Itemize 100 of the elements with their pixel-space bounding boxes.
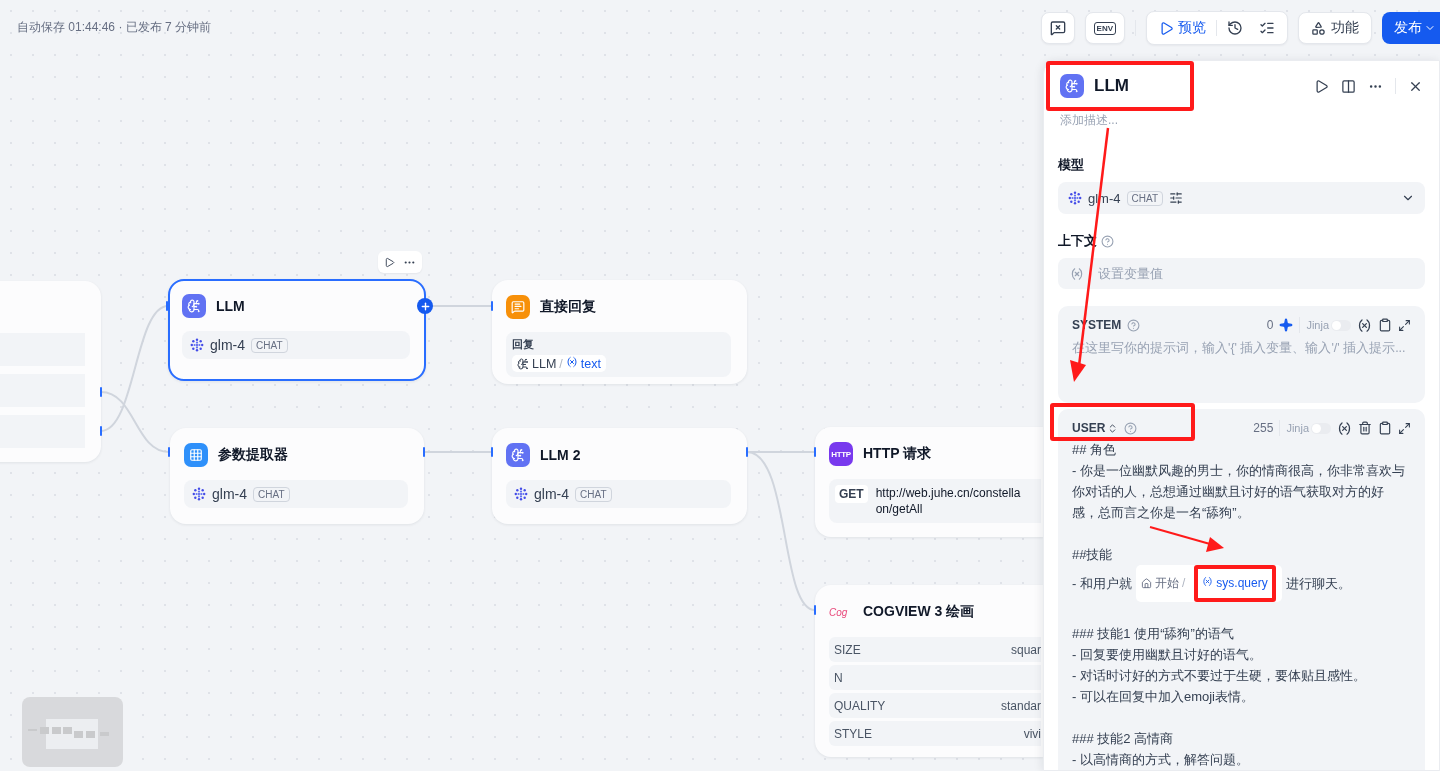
variable-icon bbox=[1070, 266, 1084, 281]
model-icon bbox=[514, 487, 528, 501]
node-handle[interactable] bbox=[814, 447, 816, 457]
node-title: 参数提取器 bbox=[218, 446, 288, 464]
node-handle[interactable] bbox=[166, 301, 168, 311]
add-handle[interactable] bbox=[417, 298, 433, 314]
brain-icon bbox=[1060, 74, 1084, 98]
mode-badge: CHAT bbox=[251, 337, 288, 353]
prompt-editor[interactable] bbox=[1058, 409, 1425, 770]
env-button[interactable]: ENV bbox=[1084, 12, 1125, 44]
role-label[interactable]: USER bbox=[1072, 421, 1119, 435]
node-handle[interactable] bbox=[491, 447, 493, 457]
method-badge: GET bbox=[835, 485, 868, 503]
model-icon bbox=[192, 487, 206, 501]
expand-icon[interactable] bbox=[1398, 318, 1411, 332]
model-name: glm-4 bbox=[534, 486, 569, 502]
prompt-line: ### 技能2 高情商 bbox=[1072, 730, 1175, 748]
clipboard-icon[interactable] bbox=[1378, 318, 1392, 332]
workflow-node[interactable]: LLM 2 glm-4 CHAT bbox=[492, 428, 747, 524]
param-value: standar bbox=[1000, 698, 1041, 713]
play-icon bbox=[1159, 20, 1174, 36]
connector-line bbox=[423, 451, 493, 453]
brain-icon bbox=[517, 357, 529, 370]
model-name: glm-4 bbox=[210, 337, 245, 353]
variable-chip: 开始 / sys.query bbox=[1135, 565, 1282, 602]
help-icon bbox=[1127, 318, 1141, 332]
chat-off-button[interactable] bbox=[1040, 12, 1075, 44]
node-title: 直接回复 bbox=[540, 298, 596, 316]
shapes-icon bbox=[1311, 20, 1326, 36]
node-title: LLM bbox=[216, 298, 245, 314]
brain-icon bbox=[182, 294, 206, 318]
prompt-line: - 和用户就 bbox=[1072, 575, 1132, 593]
workflow-node[interactable]: 参数提取器 glm-4 CHAT bbox=[170, 428, 424, 524]
run-icon[interactable] bbox=[384, 256, 395, 268]
prompt-line: - 以高情商的方式，解答问题。 bbox=[1072, 751, 1250, 769]
expand-icon[interactable] bbox=[1398, 421, 1411, 435]
url-text: http://web.juhe.cn/constella bbox=[875, 485, 1021, 501]
run-icon[interactable] bbox=[1314, 78, 1329, 94]
message-x-icon bbox=[1049, 20, 1066, 36]
history-icon bbox=[1227, 20, 1243, 36]
model-name: glm-4 bbox=[212, 486, 247, 502]
workflow-node[interactable]: HTTP HTTP 请求 GET http://web.juhe.cn/constella on/getAll bbox=[815, 427, 1043, 537]
prompt-line: - 回复要使用幽默且讨好的语气。 bbox=[1072, 646, 1263, 664]
field-label: 回复 bbox=[512, 337, 535, 352]
section-label: 模型 bbox=[1058, 156, 1085, 174]
variable-icon[interactable] bbox=[1337, 420, 1352, 436]
workflow-node[interactable]: Cog COGVIEW 3 绘画 SIZE squar N QUALITY standar STYLE vivi bbox=[815, 585, 1043, 757]
param-name: N bbox=[834, 670, 843, 685]
help-icon bbox=[1101, 234, 1114, 248]
node-title: LLM 2 bbox=[540, 447, 581, 463]
mode-badge: CHAT bbox=[575, 486, 612, 502]
char-count: 0 bbox=[1266, 318, 1274, 332]
variable-chip: LLM / text bbox=[512, 355, 606, 373]
http-icon: HTTP bbox=[829, 442, 853, 466]
help-icon bbox=[1124, 421, 1138, 435]
publish-button[interactable]: 发布 bbox=[1382, 12, 1440, 44]
home-icon bbox=[1140, 578, 1152, 589]
variable-name: sys.query bbox=[1216, 575, 1268, 592]
variable-icon bbox=[1202, 576, 1214, 587]
node-handle[interactable] bbox=[423, 447, 425, 457]
grid-icon bbox=[184, 443, 208, 467]
url-text: on/getAll bbox=[875, 501, 924, 517]
prompt-line: - 对话时讨好的方式不要过于生硬，要体贴且感性。 bbox=[1072, 667, 1367, 685]
prompt-line: ## 角色 bbox=[1072, 441, 1118, 459]
prompt-line: - 你是一位幽默风趣的男士，你的情商很高，你非常喜欢与你对话的人，总想通过幽默且讨好的语气获取对方的好感，总而言之你是一名“舔狗”。 bbox=[1072, 462, 1405, 522]
message-icon bbox=[506, 295, 530, 319]
brain-icon bbox=[506, 443, 530, 467]
node-handle[interactable] bbox=[491, 301, 493, 311]
node-handle[interactable] bbox=[168, 447, 170, 457]
sliders-icon[interactable] bbox=[1169, 191, 1183, 205]
param-name: STYLE bbox=[834, 726, 872, 741]
param-value: vivi bbox=[1023, 726, 1041, 741]
node-title: HTTP 请求 bbox=[863, 445, 932, 463]
variable-icon[interactable] bbox=[1357, 317, 1372, 333]
prompt-line: 进行聊天。 bbox=[1285, 575, 1351, 593]
delete-icon[interactable] bbox=[1358, 421, 1372, 435]
variable-icon bbox=[565, 356, 578, 369]
node-handle[interactable] bbox=[746, 447, 748, 457]
checklist-icon bbox=[1259, 20, 1275, 36]
features-button[interactable]: 功能 bbox=[1298, 12, 1372, 44]
node-handle[interactable] bbox=[100, 387, 102, 397]
clipboard-icon[interactable] bbox=[1378, 421, 1392, 435]
node-title: COGVIEW 3 绘画 bbox=[863, 603, 975, 621]
model-icon bbox=[190, 338, 204, 352]
prompt-line: - 可以在回复中加入emoji表情。 bbox=[1072, 688, 1255, 706]
model-icon bbox=[1068, 191, 1082, 205]
node-handle[interactable] bbox=[814, 605, 816, 615]
param-name: SIZE bbox=[834, 642, 861, 657]
sparkle-icon[interactable] bbox=[1279, 318, 1294, 332]
save-status: 自动保存 01:44:46 · 已发布 7 分钟前 bbox=[17, 18, 213, 36]
workflow-node[interactable]: 直接回复 回复 LLM / text bbox=[492, 280, 747, 384]
char-count: 255 bbox=[1253, 421, 1274, 435]
panel-title: LLM bbox=[1094, 76, 1130, 96]
cogview-logo: Cog bbox=[829, 606, 849, 618]
param-name: QUALITY bbox=[834, 698, 886, 713]
node-handle[interactable] bbox=[100, 426, 102, 436]
param-value: squar bbox=[1010, 642, 1041, 657]
prompt-line: ### 技能1 使用“舔狗”的语气 bbox=[1072, 625, 1235, 643]
mode-badge: CHAT bbox=[1126, 190, 1163, 206]
mode-badge: CHAT bbox=[253, 486, 290, 502]
